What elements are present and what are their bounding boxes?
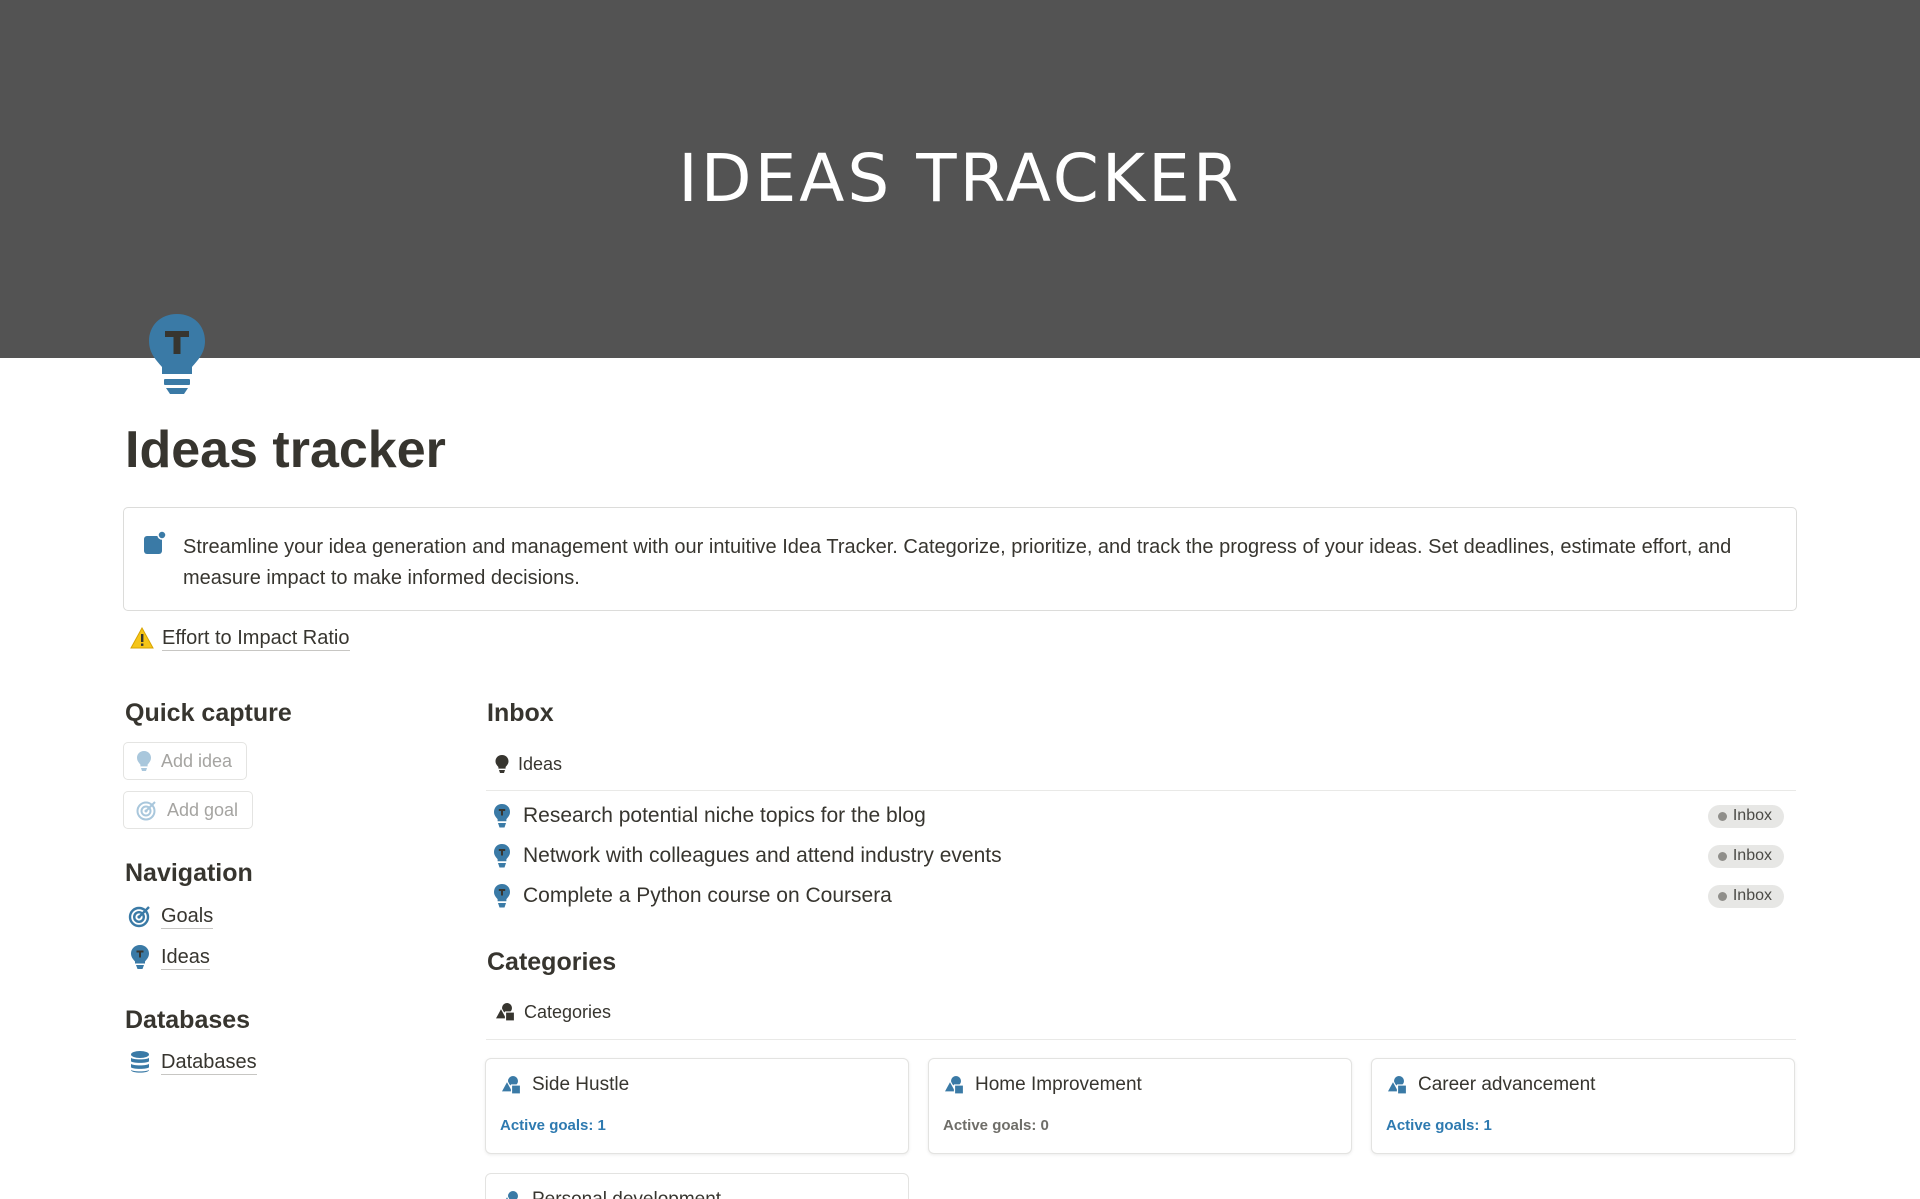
category-card-title: Personal development xyxy=(532,1189,721,1199)
add-goal-label: Add goal xyxy=(167,799,239,820)
shapes-icon xyxy=(500,1190,522,1199)
status-badge: Inbox xyxy=(1707,884,1784,908)
status-badge-label: Inbox xyxy=(1732,807,1772,824)
callout-bubble-icon xyxy=(143,531,167,555)
lightbulb-icon xyxy=(128,944,152,970)
target-icon xyxy=(136,799,158,821)
nav-item-ideas-label[interactable]: Ideas xyxy=(161,945,210,970)
page-lightbulb-icon[interactable] xyxy=(146,312,208,396)
add-idea-label: Add idea xyxy=(161,750,233,771)
lightbulb-icon xyxy=(492,803,512,829)
category-card-title: Side Hustle xyxy=(532,1074,630,1095)
nav-item-databases-label[interactable]: Databases xyxy=(161,1050,257,1075)
nav-item-goals-label[interactable]: Goals xyxy=(161,904,214,929)
add-goal-button[interactable]: Add goal xyxy=(123,791,254,829)
list-item[interactable]: Research potential niche topics for the … xyxy=(492,799,1784,833)
lightbulb-icon xyxy=(494,754,510,774)
status-dot xyxy=(1717,891,1727,901)
add-idea-button[interactable]: Add idea xyxy=(123,742,248,780)
category-card-header: Home Improvement xyxy=(943,1074,1142,1096)
status-dot xyxy=(1717,811,1727,821)
inbox-view-label: Ideas xyxy=(518,753,563,774)
databases-heading: Databases xyxy=(125,1006,251,1034)
shapes-icon xyxy=(500,1075,522,1095)
categories-view-tab[interactable]: Categories xyxy=(494,998,611,1026)
category-card-title: Career advancement xyxy=(1418,1074,1596,1095)
nav-item-ideas[interactable]: Ideas xyxy=(128,941,210,973)
list-item-title[interactable]: Complete a Python course on Coursera xyxy=(523,884,1708,908)
shapes-icon xyxy=(943,1075,965,1095)
target-icon xyxy=(128,904,152,928)
category-card-goals: Active goals: 1 xyxy=(500,1117,606,1134)
status-badge-label: Inbox xyxy=(1732,887,1772,904)
page-title: Ideas tracker xyxy=(125,421,446,479)
shapes-icon xyxy=(494,1002,516,1022)
callout-text: Streamline your idea generation and mana… xyxy=(183,536,1732,589)
lightbulb-icon xyxy=(492,843,512,869)
category-card[interactable]: Side Hustle Active goals: 1 xyxy=(485,1058,909,1154)
inbox-heading: Inbox xyxy=(487,699,554,727)
nav-item-databases[interactable]: Databases xyxy=(128,1046,257,1078)
page-cover: IDEAS TRACKER xyxy=(0,0,1920,358)
category-card-goals: Active goals: 0 xyxy=(943,1117,1049,1134)
lightbulb-icon xyxy=(492,883,512,909)
category-card[interactable]: Personal development xyxy=(485,1173,909,1199)
database-icon xyxy=(128,1050,152,1074)
list-item[interactable]: Complete a Python course on Coursera Inb… xyxy=(492,879,1784,913)
status-badge: Inbox xyxy=(1707,804,1784,828)
quick-capture-heading: Quick capture xyxy=(125,699,292,727)
status-dot xyxy=(1717,851,1727,861)
categories-heading: Categories xyxy=(487,948,617,976)
list-item-title[interactable]: Network with colleagues and attend indus… xyxy=(523,844,1708,868)
callout: Streamline your idea generation and mana… xyxy=(123,507,1797,611)
category-card-header: Career advancement xyxy=(1386,1074,1595,1096)
list-item[interactable]: Network with colleagues and attend indus… xyxy=(492,839,1784,873)
categories-divider xyxy=(486,1039,1796,1040)
cover-title: IDEAS TRACKER xyxy=(678,140,1242,217)
category-card[interactable]: Home Improvement Active goals: 0 xyxy=(928,1058,1352,1154)
categories-view-label: Categories xyxy=(524,1001,612,1022)
effort-impact-link[interactable]: Effort to Impact Ratio xyxy=(130,624,350,652)
effort-impact-link-label[interactable]: Effort to Impact Ratio xyxy=(162,626,350,651)
list-item-title[interactable]: Research potential niche topics for the … xyxy=(523,804,1708,828)
navigation-heading: Navigation xyxy=(125,859,253,887)
shapes-icon xyxy=(1386,1075,1408,1095)
inbox-divider xyxy=(486,790,1796,791)
nav-item-goals[interactable]: Goals xyxy=(128,900,214,932)
status-badge: Inbox xyxy=(1707,844,1784,868)
category-card-title: Home Improvement xyxy=(975,1074,1142,1095)
category-card[interactable]: Career advancement Active goals: 1 xyxy=(1371,1058,1795,1154)
warning-icon xyxy=(130,627,154,649)
category-card-header: Personal development xyxy=(500,1189,721,1199)
category-card-goals: Active goals: 1 xyxy=(1386,1117,1492,1134)
status-badge-label: Inbox xyxy=(1732,847,1772,864)
inbox-view-tab[interactable]: Ideas xyxy=(494,750,562,778)
category-card-header: Side Hustle xyxy=(500,1074,629,1096)
lightbulb-icon xyxy=(136,750,152,772)
